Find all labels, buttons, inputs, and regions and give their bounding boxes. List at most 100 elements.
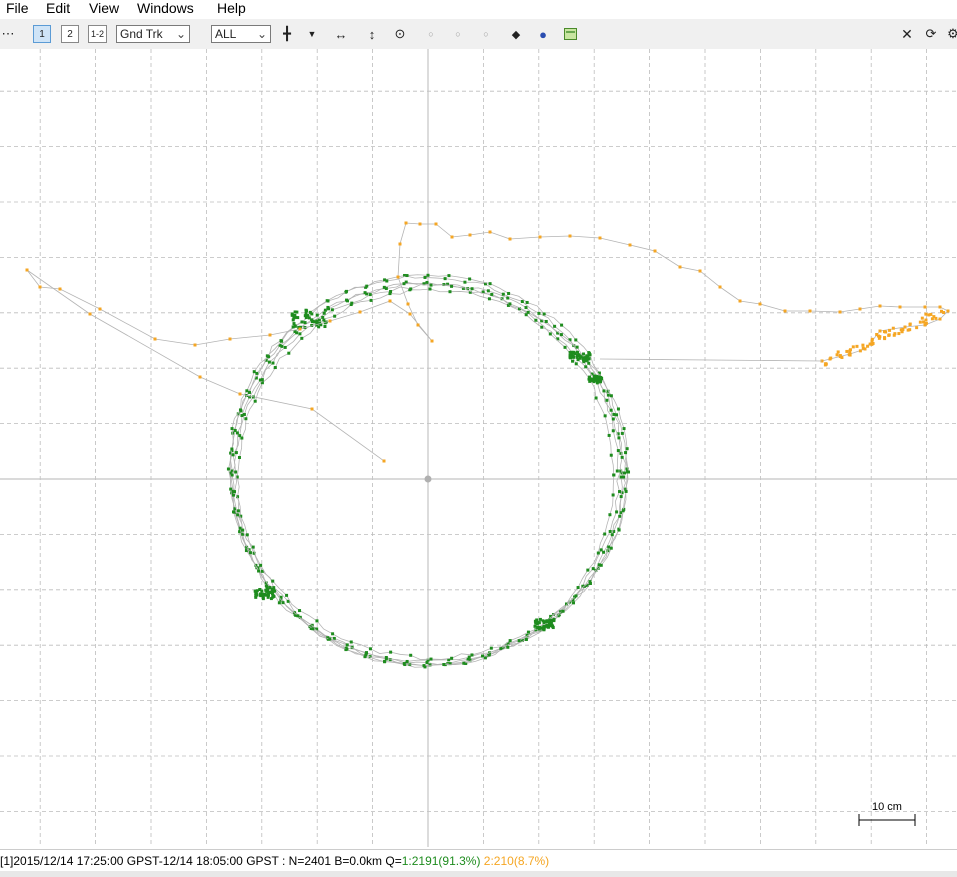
q1-point [271,594,275,598]
q1-point [609,453,613,457]
point-toggle-icon[interactable]: ○ [478,25,494,43]
fit-horizontal-icon[interactable]: ↔ [333,25,349,43]
q1-point [251,545,255,549]
solution-2-button[interactable]: 2 [61,25,79,43]
q1-point [612,473,616,477]
q1-point [365,284,369,288]
q1-point [550,624,554,628]
q1-point [271,588,275,592]
q2-point [838,310,842,314]
point-toggle-icon[interactable]: ○ [450,25,466,43]
q1-point [591,377,595,381]
scale-label: 10 cm [872,801,902,813]
q1-point [233,490,237,494]
q1-point [322,318,326,322]
q1-point [245,533,249,537]
q1-point [244,417,248,421]
q2-point [845,349,849,353]
q1-point [619,475,623,479]
q2-point [404,221,408,225]
map-image-icon[interactable] [562,25,578,43]
grid [0,49,957,847]
q1-point [265,584,269,588]
point-toggle-icon[interactable]: ○ [423,25,439,43]
q2-point [891,326,895,330]
origin-marker [424,475,432,483]
q1-point [315,313,319,317]
q1-point [429,657,433,661]
q2-point [888,328,892,332]
chevron-down-icon: ⌄ [175,27,186,41]
q2-point [153,337,157,341]
q1-point [303,321,307,325]
q1-point [285,593,289,597]
q1-point [321,315,325,319]
q1-point [571,359,575,363]
toolbar: ⋯ 1 2 1-2 Gnd Trk ⌄ ALL ⌄ ╋ ▼ ↔ ↕ ⊙ ○ ○ … [0,19,957,49]
q1-point [618,490,622,494]
q1-point [552,619,556,623]
q1-point [540,325,544,329]
menu-help[interactable]: Help [217,0,246,17]
q1-point [226,467,230,471]
q1-point [405,274,409,278]
q1-point [615,510,619,514]
q1-point [587,357,591,361]
q1-point [605,398,609,402]
q1-point [234,451,238,455]
q1-point [311,627,315,631]
q1-point [261,597,265,601]
q1-point [594,396,598,400]
q2-point [908,323,912,327]
q1-point [603,414,607,418]
menu-file[interactable]: File [6,0,29,17]
plot-type-select[interactable]: Gnd Trk ⌄ [116,25,190,43]
q2-point [861,346,865,350]
q1-point [344,289,348,293]
quality-filter-select[interactable]: ALL ⌄ [211,25,271,43]
q1-point [402,282,406,286]
q1-point [443,277,447,281]
q2-point [924,312,928,316]
q1-point [300,336,304,340]
fit-vertical-icon[interactable]: ↕ [364,25,380,43]
dropdown-arrow-icon[interactable]: ▼ [304,25,320,43]
close-icon[interactable]: ✕ [899,25,915,43]
crosshair-icon[interactable]: ╋ [279,25,295,43]
q1-point [524,638,528,642]
menu-edit[interactable]: Edit [46,0,70,17]
menu-windows[interactable]: Windows [137,0,194,17]
q1-point [575,350,579,354]
q1-point [384,657,388,661]
solution-1-2-button[interactable]: 1-2 [88,25,107,43]
center-origin-icon[interactable]: ⊙ [392,25,408,43]
q2-point [918,320,922,324]
q2-point [898,305,902,309]
reload-icon[interactable]: ⟳ [923,25,939,43]
q2-point [416,323,420,327]
solution-1-button[interactable]: 1 [33,25,51,43]
menu-view[interactable]: View [89,0,119,17]
q2-point [829,356,833,360]
q1-point [578,354,582,358]
q1-point [298,609,302,613]
q1-point [236,513,240,517]
q1-point [463,280,467,284]
q1-point [267,355,271,359]
plot-canvas[interactable]: 10 cm [0,49,957,847]
q1-point [561,609,565,613]
q1-point [499,646,503,650]
q1-point [429,283,433,287]
q2-point [310,407,314,411]
q1-point [591,567,595,571]
settings-icon[interactable]: ⚙ [945,25,957,43]
q2-point [718,285,722,289]
show-points-icon[interactable]: ◆ [508,25,524,43]
q2-point [838,355,842,359]
globe-icon[interactable]: ● [535,25,551,43]
q1-point [572,601,576,605]
ground-track-plot[interactable]: 10 cm [0,49,957,847]
q1-point [231,493,235,497]
q1-point [559,333,563,337]
q2-point [653,249,657,253]
